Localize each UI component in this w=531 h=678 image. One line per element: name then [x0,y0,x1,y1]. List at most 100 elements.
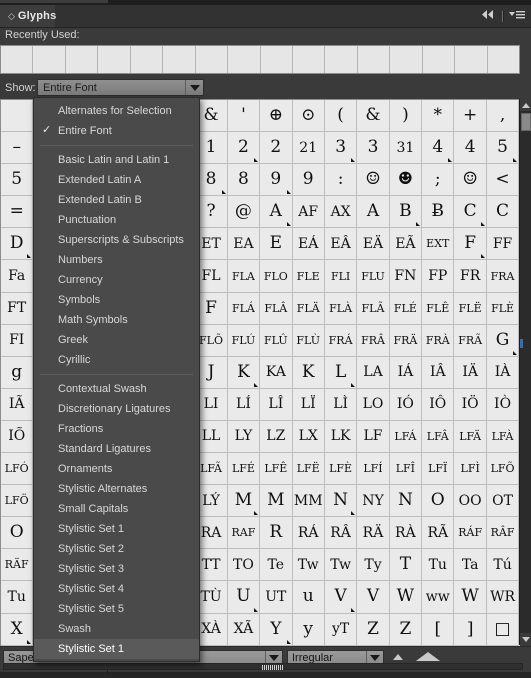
glyph-cell[interactable]: TO [227,549,261,582]
recently-used-cell[interactable] [130,46,164,73]
menu-item-extended-latin-a[interactable]: Extended Latin A [34,170,199,190]
glyph-cell[interactable]: FRÁ [324,324,358,357]
glyph-cell[interactable]: TT [195,549,228,582]
glyph-cell[interactable]: 4 [422,132,455,165]
glyph-cell[interactable]: , [486,100,520,133]
glyph-cell[interactable]: V [324,581,358,614]
glyph-cell[interactable]: RÄ [357,517,390,550]
glyph-cell[interactable]: EA [227,228,261,261]
glyph-cell[interactable]: FP [422,260,455,293]
glyph-cell[interactable]: Ty [357,549,390,582]
glyph-cell[interactable]: 8 [227,164,261,197]
glyph-cell[interactable]: RAF [227,517,261,550]
glyph-cell[interactable]: FLÊ [422,292,455,325]
recently-used-cell[interactable] [455,46,488,73]
scroll-down-button[interactable] [520,633,531,645]
recently-used-cell[interactable] [260,46,293,73]
menu-item-contextual-swash[interactable]: Contextual Swash [34,379,199,399]
menu-item-small-capitals[interactable]: Small Capitals [34,499,199,519]
glyph-cell[interactable]: ww [422,581,455,614]
glyph-cell[interactable]: FR [454,260,487,293]
glyph-cell[interactable]: LFÃ [195,453,228,486]
glyph-cell[interactable]: IÀ [486,356,520,389]
glyph-cell[interactable]: AF [292,196,325,229]
glyph-cell[interactable]: EÂ [324,228,358,261]
recently-used-row[interactable] [0,45,520,74]
glyph-cell[interactable]: RÂ [324,517,358,550]
glyph-cell[interactable]: C [486,196,520,229]
glyph-cell[interactable]: LFË [292,453,325,486]
menu-item-superscripts-subscripts[interactable]: Superscripts & Subscripts [34,230,199,250]
glyph-cell[interactable]: LFÄ [454,420,487,454]
glyph-cell[interactable]: FRÃ [454,324,487,357]
glyph-cell[interactable]: D [1,228,34,261]
glyph-grid-scrollbar[interactable] [519,99,531,645]
glyph-cell[interactable]: LFÈ [324,453,358,486]
glyph-cell[interactable]: J [195,356,228,389]
menu-item-stylistic-set-2[interactable]: Stylistic Set 2 [34,539,199,559]
glyph-cell[interactable]: LFÂ [422,420,455,454]
glyph-cell[interactable]: LFÏ [422,453,455,486]
glyph-cell[interactable]: EXT [422,228,455,261]
glyph-cell[interactable]: 1 [195,132,228,165]
glyph-cell[interactable]: yT [324,613,358,646]
glyph-cell[interactable]: M [260,485,293,518]
glyph-cell[interactable]: FLI [324,260,358,293]
glyph-cell[interactable]: R [260,517,293,550]
scrollbar-thumb[interactable] [521,113,531,131]
glyph-cell[interactable]: LFÎ [389,453,423,486]
glyph-cell[interactable]: IÓ [389,388,423,421]
recently-used-cell[interactable] [325,46,358,73]
glyph-cell[interactable]: NY [357,485,390,518]
glyph-cell[interactable]: O [422,485,455,518]
glyph-cell[interactable]: FLÕ [195,324,228,357]
glyph-cell[interactable]: U [227,581,261,614]
glyph-cell[interactable]: Z [357,613,390,646]
glyph-cell[interactable]: LÝ [195,485,228,518]
glyph-cell[interactable]: MM [292,485,325,518]
menu-item-ornaments[interactable]: Ornaments [34,459,199,479]
glyph-cell[interactable]: FLÙ [292,324,325,357]
glyph-cell[interactable]: WR [486,581,520,614]
glyph-cell[interactable]: ) [389,100,423,133]
glyph-cell[interactable]: IÄ [454,356,487,389]
glyph-cell[interactable]: RÁF [454,517,487,550]
glyph-cell[interactable]: * [422,100,455,133]
glyph-cell[interactable]: IÂ [422,356,455,389]
menu-item-stylistic-set-1[interactable]: Stylistic Set 1 [34,519,199,539]
glyph-cell[interactable]: Tu [422,549,455,582]
glyph-cell[interactable]: LFÕ [486,453,520,486]
glyph-cell[interactable]: N [324,485,358,518]
glyph-cell[interactable]: B [389,196,423,229]
glyph-cell[interactable]: RA [195,517,228,550]
glyph-cell[interactable]: 9 [260,164,293,197]
recently-used-cell[interactable] [422,46,456,73]
menu-item-math-symbols[interactable]: Math Symbols [34,310,199,330]
glyph-cell[interactable]: FLÀ [324,292,358,325]
glyph-cell[interactable]: FLÄ [292,292,325,325]
glyph-cell[interactable]: A [260,196,293,229]
glyph-cell[interactable]: ☺ [357,164,390,197]
menu-item-symbols[interactable]: Symbols [34,290,199,310]
glyph-cell[interactable]: Y [260,613,293,646]
glyph-cell[interactable]: LFÖ [1,485,34,518]
glyph-cell[interactable]: & [195,100,228,133]
glyph-cell[interactable]: IÕ [1,420,34,454]
glyph-cell[interactable]: < [486,164,520,197]
menu-item-extended-latin-b[interactable]: Extended Latin B [34,190,199,210]
menu-item-stylistic-set-1[interactable]: Stylistic Set 1 [34,639,199,659]
menu-item-stylistic-set-3[interactable]: Stylistic Set 3 [34,559,199,579]
glyph-cell[interactable]: EÃ [389,228,423,261]
glyph-cell[interactable]: A [357,196,390,229]
glyph-cell[interactable]: LÍ [227,388,261,421]
glyph-cell[interactable]: RÀ [389,517,423,550]
recently-used-cell[interactable] [292,46,326,73]
glyph-cell[interactable]: AX [324,196,358,229]
glyph-cell[interactable]: LX [292,420,325,454]
collapse-to-icons-icon[interactable] [480,7,496,25]
glyph-cell[interactable]: 5 [486,132,520,165]
glyph-cell[interactable]: RÂF [486,517,520,550]
glyph-cell[interactable]: Tú [486,549,520,582]
glyph-cell[interactable]: 8 [195,164,228,197]
glyph-cell[interactable]: LFÁ [389,420,423,454]
